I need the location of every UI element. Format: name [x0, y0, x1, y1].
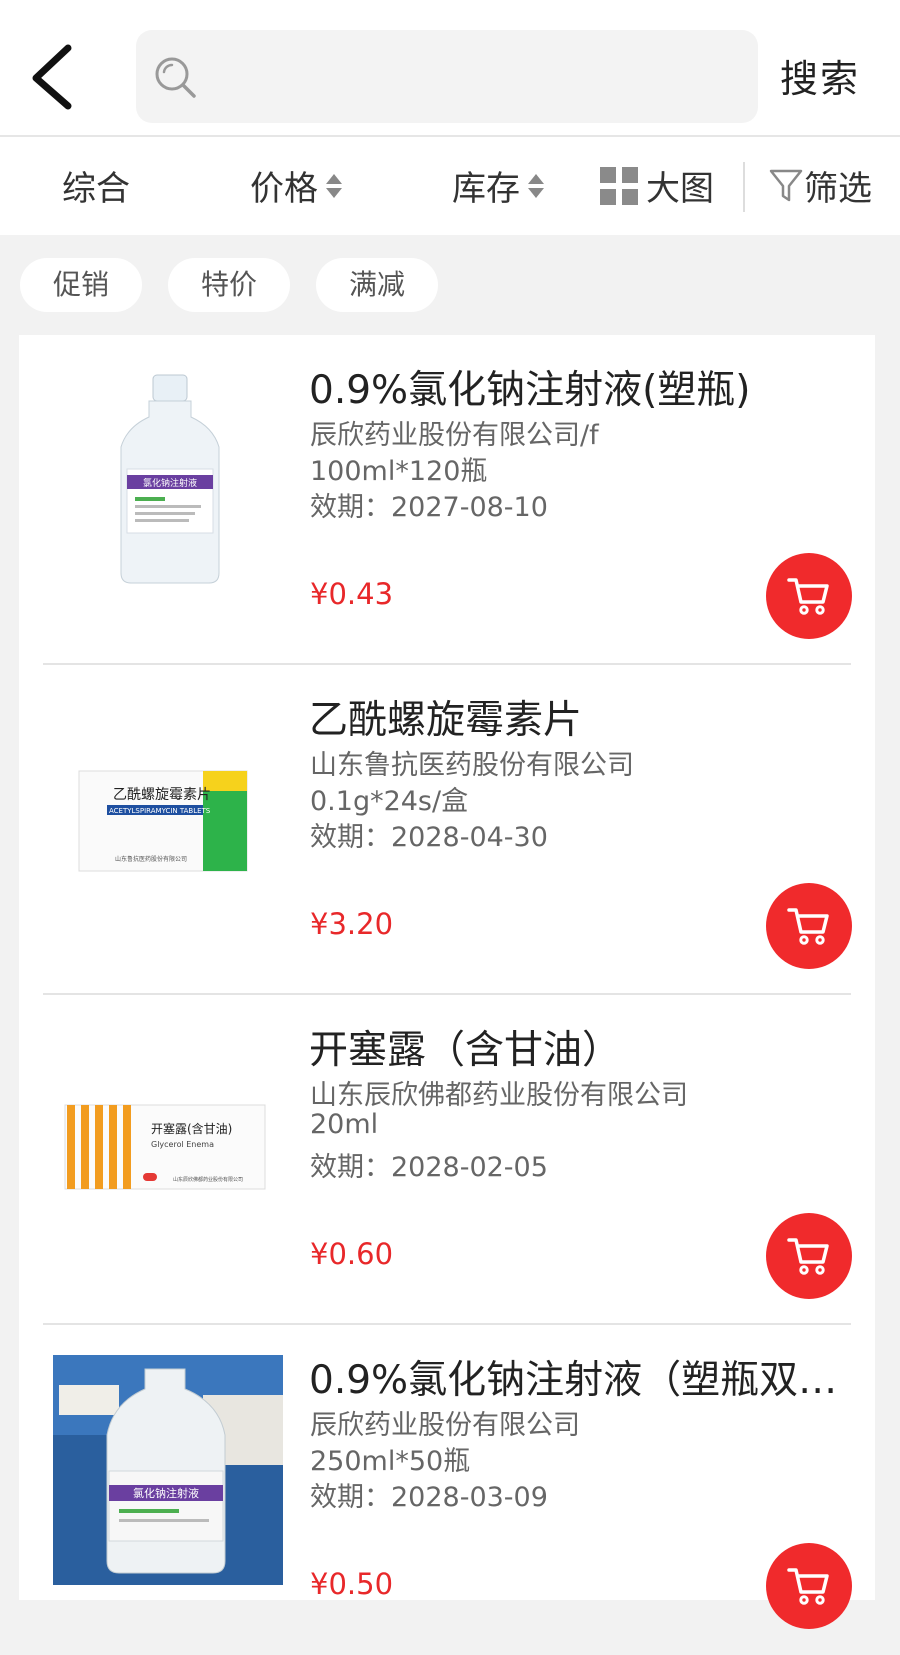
back-button[interactable] — [24, 40, 84, 110]
tag-special-price[interactable]: 特价 — [168, 258, 290, 312]
product-price: ¥0.60 — [310, 1237, 394, 1271]
sort-arrows-icon — [528, 173, 544, 198]
svg-text:开塞露(含甘油): 开塞露(含甘油) — [151, 1121, 232, 1136]
product-price: ¥3.20 — [310, 907, 394, 941]
product-expiry: 效期：2028-04-30 — [310, 822, 548, 853]
svg-text:山东鲁抗医药股份有限公司: 山东鲁抗医药股份有限公司 — [115, 855, 187, 863]
product-image[interactable]: 开塞露(含甘油) Glycerol Enema 山东辰欣佛都药业股份有限公司 — [53, 1025, 283, 1255]
product-spec: 0.1g*24s/盒 — [310, 786, 469, 817]
search-box[interactable] — [136, 30, 758, 123]
product-image[interactable]: 氯化钠注射液 — [53, 365, 283, 595]
product-maker: 山东辰欣佛都药业股份有限公司 — [310, 1080, 688, 1111]
add-to-cart-button[interactable] — [766, 883, 852, 969]
add-to-cart-button[interactable] — [766, 553, 852, 639]
sort-bar: 综合 价格 库存 大图 筛选 — [0, 137, 900, 235]
search-button[interactable]: 搜索 — [780, 48, 860, 103]
product-card[interactable]: 氯化钠注射液 0.9%氯化钠注射液(塑瓶) 辰欣药业股份有限公司/f 100ml… — [19, 335, 875, 665]
sort-stock[interactable]: 库存 — [452, 161, 544, 210]
svg-text:山东辰欣佛都药业股份有限公司: 山东辰欣佛都药业股份有限公司 — [173, 1176, 243, 1183]
tag-discount[interactable]: 满减 — [316, 258, 438, 312]
filter-label: 筛选 — [804, 169, 872, 209]
product-card[interactable]: 开塞露(含甘油) Glycerol Enema 山东辰欣佛都药业股份有限公司 开… — [19, 995, 875, 1325]
cart-icon — [787, 1568, 829, 1605]
cart-icon — [787, 578, 829, 615]
product-spec: 250ml*50瓶 — [310, 1446, 471, 1477]
product-list: 氯化钠注射液 0.9%氯化钠注射液(塑瓶) 辰欣药业股份有限公司/f 100ml… — [19, 335, 875, 1629]
divider — [743, 162, 745, 212]
search-icon — [155, 57, 196, 98]
product-expiry: 效期：2028-03-09 — [310, 1482, 548, 1513]
product-image[interactable]: 乙酰螺旋霉素片 ACETYLSPIRAMYCIN TABLETS 山东鲁抗医药股… — [53, 695, 283, 925]
product-expiry: 效期：2028-02-05 — [310, 1152, 548, 1183]
filter-button[interactable]: 筛选 — [768, 161, 872, 210]
sort-stock-label: 库存 — [452, 169, 520, 209]
cart-icon — [787, 908, 829, 945]
back-arrow-icon — [32, 44, 72, 110]
sort-arrows-icon — [326, 173, 342, 198]
product-name[interactable]: 0.9%氯化钠注射液(塑瓶) — [309, 359, 869, 415]
svg-text:ACETYLSPIRAMYCIN TABLETS: ACETYLSPIRAMYCIN TABLETS — [109, 807, 211, 815]
grid-icon — [600, 166, 638, 205]
add-to-cart-button[interactable] — [766, 1213, 852, 1299]
product-name[interactable]: 开塞露（含甘油） — [309, 1019, 869, 1075]
svg-text:氯化钠注射液: 氯化钠注射液 — [133, 1486, 199, 1500]
product-image[interactable]: 氯化钠注射液 — [53, 1355, 283, 1585]
sort-price[interactable]: 价格 — [250, 161, 342, 210]
product-spec: 20ml — [310, 1109, 379, 1140]
product-maker: 辰欣药业股份有限公司 — [310, 1410, 580, 1441]
add-to-cart-button[interactable] — [766, 1543, 852, 1629]
product-spec: 100ml*120瓶 — [310, 456, 488, 487]
product-card[interactable]: 氯化钠注射液 0.9%氯化钠注射液（塑瓶双口… 辰欣药业股份有限公司 250ml… — [19, 1325, 875, 1655]
sort-general[interactable]: 综合 — [62, 161, 130, 210]
product-name[interactable]: 0.9%氯化钠注射液（塑瓶双口… — [309, 1349, 869, 1405]
big-image-label: 大图 — [646, 169, 714, 209]
product-name[interactable]: 乙酰螺旋霉素片 — [309, 689, 869, 745]
tag-promotion[interactable]: 促销 — [20, 258, 142, 312]
view-big-image-toggle[interactable]: 大图 — [600, 161, 714, 210]
product-price: ¥0.50 — [310, 1567, 394, 1601]
product-price: ¥0.43 — [310, 577, 394, 611]
search-input[interactable] — [208, 48, 742, 106]
product-card[interactable]: 乙酰螺旋霉素片 ACETYLSPIRAMYCIN TABLETS 山东鲁抗医药股… — [19, 665, 875, 995]
product-expiry: 效期：2027-08-10 — [310, 492, 548, 523]
sort-price-label: 价格 — [250, 169, 318, 209]
svg-text:氯化钠注射液: 氯化钠注射液 — [143, 477, 197, 489]
product-maker: 山东鲁抗医药股份有限公司 — [310, 750, 634, 781]
svg-text:Glycerol Enema: Glycerol Enema — [151, 1140, 214, 1149]
top-bar: 搜索 — [0, 0, 900, 137]
cart-icon — [787, 1238, 829, 1275]
sort-general-label: 综合 — [62, 169, 130, 209]
svg-text:乙酰螺旋霉素片: 乙酰螺旋霉素片 — [113, 787, 211, 803]
product-maker: 辰欣药业股份有限公司/f — [310, 420, 599, 451]
filter-icon — [769, 169, 803, 201]
